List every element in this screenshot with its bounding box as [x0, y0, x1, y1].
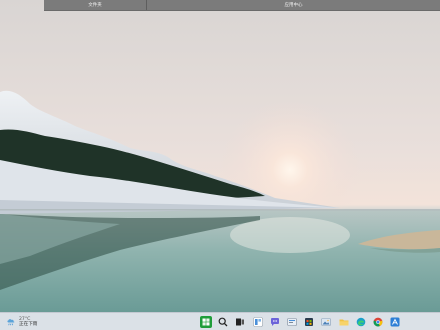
- edge-button[interactable]: [355, 316, 367, 328]
- settings-button[interactable]: [286, 316, 298, 328]
- store-icon: [305, 318, 314, 326]
- taskbar: 27°C 正在下雨: [0, 312, 440, 330]
- task-view-icon: [236, 318, 245, 326]
- start-button[interactable]: [200, 316, 212, 328]
- photos-icon: [321, 318, 332, 326]
- widgets-icon: [252, 317, 263, 327]
- start-icon: [202, 318, 210, 326]
- app-center-tab[interactable]: 应用中心: [147, 0, 440, 10]
- app-button[interactable]: [389, 316, 401, 328]
- app-icon: [390, 317, 400, 327]
- photos-button[interactable]: [320, 316, 332, 328]
- taskbar-icons: [200, 316, 406, 328]
- edge-icon: [356, 317, 365, 327]
- chrome-button[interactable]: [372, 316, 384, 328]
- weather-widget[interactable]: 27°C 正在下雨: [6, 315, 37, 329]
- rain-cloud-icon: [7, 319, 15, 326]
- weather-condition: 正在下雨: [19, 322, 38, 327]
- store-button[interactable]: [303, 316, 315, 328]
- files-tab-label: 文件夹: [88, 3, 102, 8]
- chrome-icon: [373, 317, 383, 327]
- top-bar: 文件夹 应用中心: [44, 0, 440, 11]
- wallpaper: [0, 0, 440, 330]
- chat-icon: [270, 318, 279, 326]
- search-icon: [218, 317, 228, 327]
- app-center-tab-label: 应用中心: [284, 3, 303, 8]
- desktop: 文件夹 应用中心 27°C 正在下雨: [0, 0, 440, 330]
- files-tab[interactable]: 文件夹: [44, 0, 147, 10]
- settings-icon: [287, 318, 297, 326]
- chat-button[interactable]: [269, 316, 281, 328]
- widgets-button[interactable]: [252, 316, 264, 328]
- search-button[interactable]: [217, 316, 229, 328]
- file-explorer-icon: [339, 319, 348, 326]
- task-view-button[interactable]: [234, 316, 246, 328]
- file-explorer-button[interactable]: [338, 316, 350, 328]
